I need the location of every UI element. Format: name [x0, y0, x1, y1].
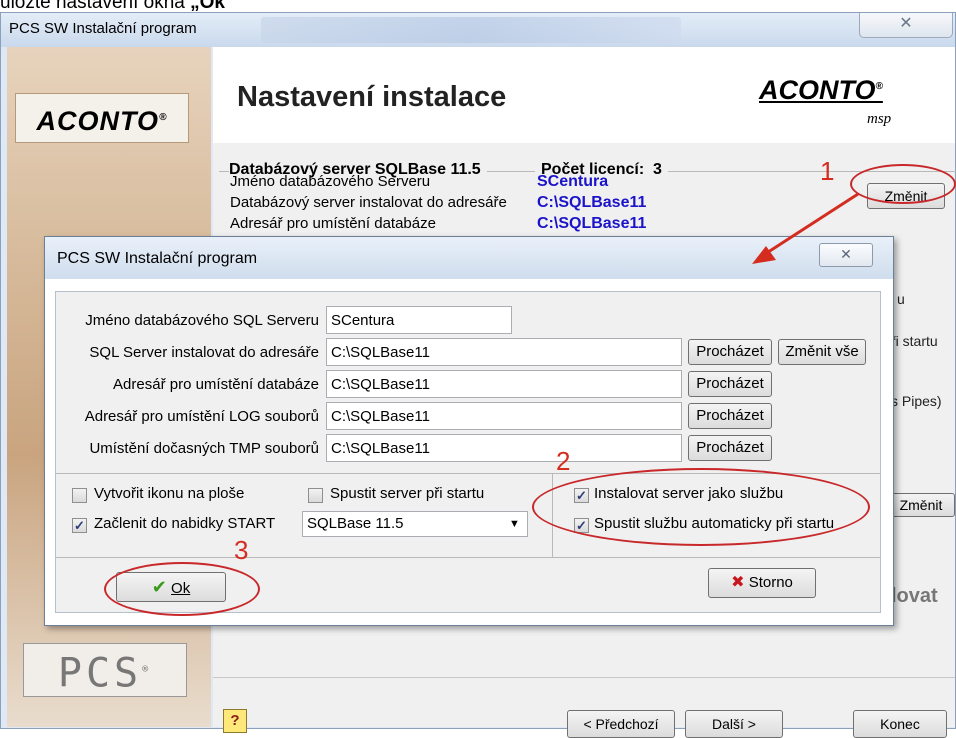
- dialog-title: PCS SW Instalační program: [57, 250, 258, 267]
- aconto-msp-label: msp: [867, 111, 892, 127]
- next-button[interactable]: Další >: [685, 710, 783, 738]
- server-name-input[interactable]: [326, 306, 512, 334]
- db-dir-input[interactable]: [326, 370, 682, 398]
- start-server-checkbox[interactable]: [308, 488, 323, 503]
- start-menu-checkbox[interactable]: ✓: [72, 518, 87, 533]
- tmp-dir-input[interactable]: [326, 434, 682, 462]
- pcs-logo: PCS®: [23, 643, 187, 697]
- log-dir-input[interactable]: [326, 402, 682, 430]
- fragment-pipes: s Pipes): [891, 393, 942, 409]
- field-label-tmp-dir: Umístění dočasných TMP souborů: [89, 440, 319, 457]
- cancel-button[interactable]: ✖ Storno: [708, 568, 816, 598]
- field-label-server-name: Jméno databázového SQL Serveru: [85, 312, 319, 329]
- footer-divider: [213, 677, 955, 678]
- start-menu-select-value: SQLBase 11.5: [307, 515, 404, 532]
- server-name-label: Jméno databázového Serveru: [230, 173, 431, 190]
- page-heading: Nastavení instalace: [237, 81, 507, 113]
- server-dir-input[interactable]: [326, 338, 682, 366]
- start-menu-label: Začlenit do nabidky START: [94, 515, 276, 532]
- field-label-log-dir: Adresář pro umístění LOG souborů: [84, 408, 319, 425]
- create-icon-label: Vytvořit ikonu na ploše: [94, 485, 245, 502]
- aconto-logo-right: ACONTO®: [759, 75, 883, 105]
- annotation-number-1: 1: [820, 156, 835, 186]
- annotation-number-3: 3: [234, 535, 249, 565]
- start-server-label: Spustit server při startu: [330, 485, 485, 502]
- annotation-number-2: 2: [556, 446, 571, 476]
- browse-button-log-dir[interactable]: Procházet: [688, 403, 772, 429]
- cancel-label: Storno: [748, 574, 793, 591]
- taskbar-blur: [261, 17, 681, 43]
- server-dir-value: C:\SQLBase11: [537, 194, 647, 211]
- annotation-ellipse-2: [532, 468, 870, 546]
- installer-title: PCS SW Instalační program: [9, 20, 197, 37]
- chevron-down-icon[interactable]: ▼: [509, 518, 520, 530]
- aconto-logo-left: ACONTO®: [15, 93, 189, 143]
- annotation-arrow: [752, 192, 859, 264]
- browse-button-db-dir[interactable]: Procházet: [688, 371, 772, 397]
- installer-titlebar: PCS SW Instalační program ✕: [1, 13, 955, 47]
- change-button-2[interactable]: Změnit: [887, 493, 955, 517]
- browse-button-tmp-dir[interactable]: Procházet: [688, 435, 772, 461]
- footer-divider-dialog: [56, 557, 880, 558]
- field-label-server-dir: SQL Server instalovat do adresáře: [89, 344, 319, 361]
- server-dir-label: Databázový server instalovat do adresáře: [230, 194, 507, 211]
- browse-button-server-dir[interactable]: Procházet: [688, 339, 772, 365]
- fragment-lovat: lovat: [891, 585, 938, 607]
- change-all-button[interactable]: Změnit vše: [778, 339, 866, 365]
- db-dir-label: Adresář pro umístění databáze: [230, 215, 436, 232]
- db-dir-value: C:\SQLBase11: [537, 215, 647, 232]
- create-icon-checkbox[interactable]: [72, 488, 87, 503]
- field-label-db-dir: Adresář pro umístění databáze: [113, 376, 319, 393]
- previous-button[interactable]: < Předchozí: [567, 710, 675, 738]
- fragment-u: u: [897, 291, 905, 307]
- fragment-start: ři startu: [891, 333, 938, 349]
- start-menu-select[interactable]: SQLBase 11.5 ▼: [302, 511, 528, 537]
- end-button[interactable]: Konec: [853, 710, 947, 738]
- help-button[interactable]: ?: [223, 709, 247, 733]
- cross-icon: ✖: [731, 574, 745, 591]
- installer-close-button[interactable]: ✕: [859, 13, 953, 38]
- annotation-ellipse-3: [104, 562, 260, 616]
- server-name-value: SCentura: [537, 173, 609, 190]
